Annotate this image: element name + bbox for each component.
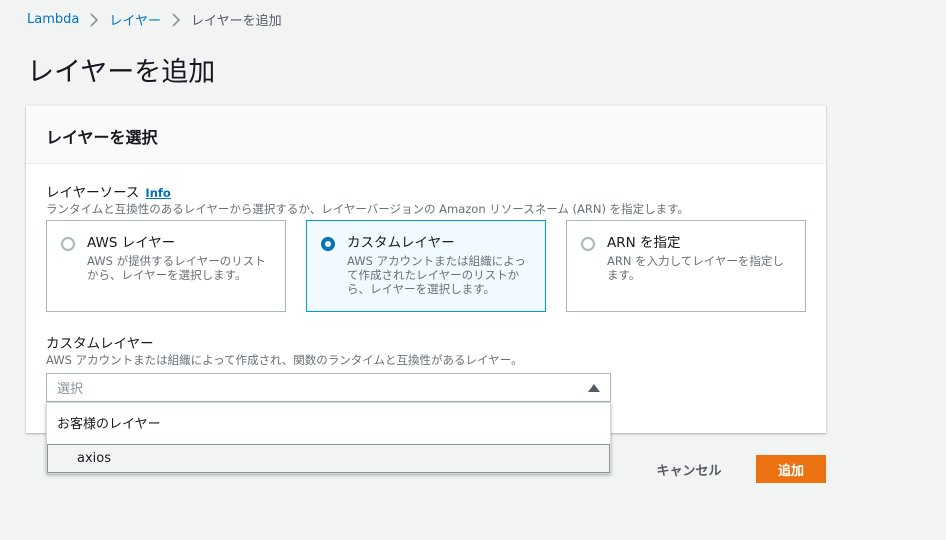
select-placeholder: 選択 — [57, 382, 84, 397]
layer-source-description: ランタイムと互換性のあるレイヤーから選択するか、レイヤーバージョンの Amazo… — [46, 202, 689, 216]
tile-aws-layer[interactable]: AWS レイヤー AWS が提供するレイヤーのリストから、レイヤーを選択します。 — [46, 220, 286, 312]
tile-description: ARN を入力してレイヤーを指定します。 — [607, 254, 784, 282]
custom-layer-description: AWS アカウントまたは組織によって作成され、関数のランタイムと互換性があるレイ… — [46, 353, 523, 367]
chevron-right-icon — [79, 11, 109, 29]
breadcrumb: Lambda レイヤー レイヤーを追加 — [27, 10, 282, 29]
custom-layer-select[interactable]: 選択 — [46, 373, 611, 402]
panel-header: レイヤーを選択 — [26, 106, 826, 164]
tile-title: カスタムレイヤー — [347, 235, 455, 251]
tile-description: AWS アカウントまたは組織によって作成されたレイヤーのリストから、レイヤーを選… — [347, 254, 526, 296]
breadcrumb-layers[interactable]: レイヤー — [109, 10, 161, 29]
dropdown-group-label: お客様のレイヤー — [57, 417, 161, 432]
info-link[interactable]: Info — [145, 186, 170, 200]
breadcrumb-current: レイヤーを追加 — [190, 14, 282, 29]
caret-up-icon — [588, 383, 600, 392]
custom-layer-dropdown: お客様のレイヤー axios — [46, 402, 611, 474]
panel-title: レイヤーを選択 — [46, 128, 158, 147]
add-button[interactable]: 追加 — [756, 455, 826, 483]
tile-custom-layer[interactable]: カスタムレイヤー AWS アカウントまたは組織によって作成されたレイヤーのリスト… — [306, 220, 546, 312]
radio-specify-arn[interactable] — [581, 237, 595, 251]
breadcrumb-lambda[interactable]: Lambda — [27, 12, 79, 27]
tile-title: AWS レイヤー — [87, 235, 176, 251]
custom-layer-label: カスタムレイヤー — [46, 336, 154, 352]
radio-aws-layer[interactable] — [61, 237, 75, 251]
select-layer-panel: レイヤーを選択 レイヤーソース Info ランタイムと互換性のあるレイヤーから選択… — [26, 105, 826, 433]
layer-source-tiles: AWS レイヤー AWS が提供するレイヤーのリストから、レイヤーを選択します。… — [46, 220, 806, 312]
tile-specify-arn[interactable]: ARN を指定 ARN を入力してレイヤーを指定します。 — [566, 220, 806, 312]
layer-source-label-text: レイヤーソース — [46, 185, 140, 201]
chevron-right-icon — [161, 11, 191, 29]
tile-title: ARN を指定 — [607, 235, 681, 251]
cancel-button[interactable]: キャンセル — [640, 455, 738, 483]
page-title: レイヤーを追加 — [27, 57, 216, 88]
layer-source-label: レイヤーソース Info — [46, 181, 171, 201]
dropdown-option-axios[interactable]: axios — [47, 444, 610, 473]
radio-custom-layer[interactable] — [321, 237, 335, 251]
tile-description: AWS が提供するレイヤーのリストから、レイヤーを選択します。 — [87, 254, 266, 282]
